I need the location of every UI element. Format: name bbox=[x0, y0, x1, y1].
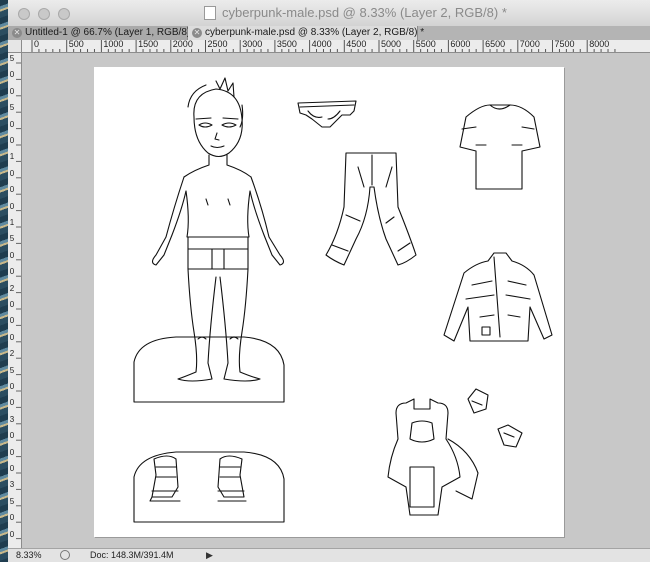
paper-doll-artwork bbox=[133, 77, 553, 523]
ruler-label: 0 bbox=[9, 185, 15, 195]
ruler-label: 3000 bbox=[242, 40, 263, 49]
ruler-label: 0 bbox=[9, 267, 15, 277]
tab-untitled-1[interactable]: ✕ Untitled-1 @ 66.7% (Layer 1, RGB/8) * bbox=[8, 26, 197, 40]
document-size-readout: Doc: 148.3M/391.4M bbox=[90, 550, 174, 560]
gloves-drawing bbox=[467, 388, 523, 448]
ruler-label: 5000 bbox=[381, 40, 402, 49]
ruler-label: 5 bbox=[9, 496, 15, 506]
ruler-label: 2 bbox=[9, 349, 15, 359]
tab-close-icon[interactable]: ✕ bbox=[192, 28, 202, 38]
t-shirt-drawing bbox=[459, 104, 541, 190]
ruler-label: 3 bbox=[9, 480, 15, 490]
ruler-label: 0 bbox=[9, 464, 15, 473]
vertical-ruler[interactable]: 5 0 0 5 0 0 1 0 0 0 1 5 0 0 2 0 0 0 2 5 0 0 3 0 0 0 3 5 0 0 bbox=[8, 53, 22, 548]
ruler-label: 6500 bbox=[485, 40, 506, 49]
desktop-background bbox=[0, 0, 8, 562]
close-window-button[interactable] bbox=[18, 8, 30, 20]
ruler-label: 1 bbox=[9, 218, 15, 227]
ruler-label: 0 bbox=[9, 382, 15, 391]
ruler-label: 0 bbox=[9, 201, 15, 211]
horizontal-ruler[interactable]: 0 500 1000 1500 2000 2500 3000 3500 4000 4500 5000… bbox=[22, 40, 650, 53]
tab-label: cyberpunk-male.psd @ 8.33% (Layer 2, RGB… bbox=[205, 27, 425, 38]
ruler-label: 500 bbox=[68, 40, 84, 49]
document-icon bbox=[204, 6, 216, 20]
ruler-label: 4000 bbox=[311, 40, 332, 49]
ruler-label: 0 bbox=[9, 300, 15, 309]
jacket-drawing bbox=[443, 252, 553, 342]
tab-cyberpunk-male[interactable]: ✕ cyberpunk-male.psd @ 8.33% (Layer 2, R… bbox=[188, 26, 424, 40]
status-info-icon[interactable] bbox=[60, 550, 70, 560]
ruler-label: 0 bbox=[9, 70, 15, 80]
ruler-label: 0 bbox=[9, 431, 15, 441]
ruler-label: 4500 bbox=[346, 40, 367, 49]
ruler-label: 1500 bbox=[138, 40, 159, 49]
ruler-label: 0 bbox=[9, 119, 15, 129]
ruler-origin[interactable] bbox=[8, 40, 22, 53]
photoshop-window: cyberpunk-male.psd @ 8.33% (Layer 2, RGB… bbox=[8, 0, 650, 562]
zoom-level-field[interactable]: 8.33% bbox=[16, 550, 56, 561]
document-tab-bar: ✕ Untitled-1 @ 66.7% (Layer 1, RGB/8) * … bbox=[8, 26, 650, 41]
ruler-label: 5 bbox=[9, 103, 15, 113]
window-title: cyberpunk-male.psd @ 8.33% (Layer 2, RGB… bbox=[222, 5, 507, 20]
ruler-label: 0 bbox=[9, 513, 15, 523]
ruler-label: 0 bbox=[9, 332, 15, 342]
ruler-label: 2 bbox=[9, 283, 15, 293]
ruler-label: 3 bbox=[9, 414, 15, 424]
goggles-drawing bbox=[297, 100, 357, 128]
ruler-label: 7500 bbox=[554, 40, 575, 49]
male-figure-drawing bbox=[151, 77, 285, 382]
ruler-label: 8000 bbox=[589, 40, 610, 49]
ruler-label: 2500 bbox=[207, 40, 228, 49]
ruler-label: 2000 bbox=[172, 40, 193, 49]
ruler-label: 0 bbox=[9, 398, 15, 408]
arrow-right-icon[interactable]: ▶ bbox=[206, 550, 213, 561]
ruler-label: 0 bbox=[9, 316, 15, 326]
tab-label: Untitled-1 @ 66.7% (Layer 1, RGB/8) * bbox=[25, 27, 197, 38]
boots-drawing bbox=[133, 451, 285, 523]
ruler-label: 5 bbox=[9, 234, 15, 244]
canvas-area[interactable] bbox=[22, 53, 650, 548]
armor-drawing bbox=[387, 398, 479, 516]
ruler-label: 5 bbox=[9, 54, 15, 63]
zoom-window-button[interactable] bbox=[58, 8, 70, 20]
ruler-label: 3500 bbox=[276, 40, 297, 49]
status-bar: 8.33% Doc: 148.3M/391.4M ▶ bbox=[8, 548, 650, 562]
title-bar[interactable]: cyberpunk-male.psd @ 8.33% (Layer 2, RGB… bbox=[8, 0, 650, 27]
ruler-label: 0 bbox=[34, 40, 40, 49]
pants-drawing bbox=[325, 152, 417, 266]
ruler-label: 1 bbox=[9, 152, 15, 162]
ruler-label: 0 bbox=[9, 447, 15, 457]
ruler-label: 5 bbox=[9, 365, 15, 375]
ruler-label: 0 bbox=[9, 86, 15, 96]
document-canvas[interactable] bbox=[94, 67, 564, 537]
ruler-label: 0 bbox=[9, 136, 15, 145]
ruler-label: 1000 bbox=[103, 40, 124, 49]
ruler-label: 5500 bbox=[415, 40, 436, 49]
ruler-label: 6000 bbox=[450, 40, 471, 49]
ruler-label: 7000 bbox=[519, 40, 540, 49]
minimize-window-button[interactable] bbox=[38, 8, 50, 20]
tab-close-icon[interactable]: ✕ bbox=[12, 28, 22, 38]
ruler-label: 0 bbox=[9, 168, 15, 178]
ruler-label: 0 bbox=[9, 250, 15, 260]
ruler-label: 0 bbox=[9, 529, 15, 539]
